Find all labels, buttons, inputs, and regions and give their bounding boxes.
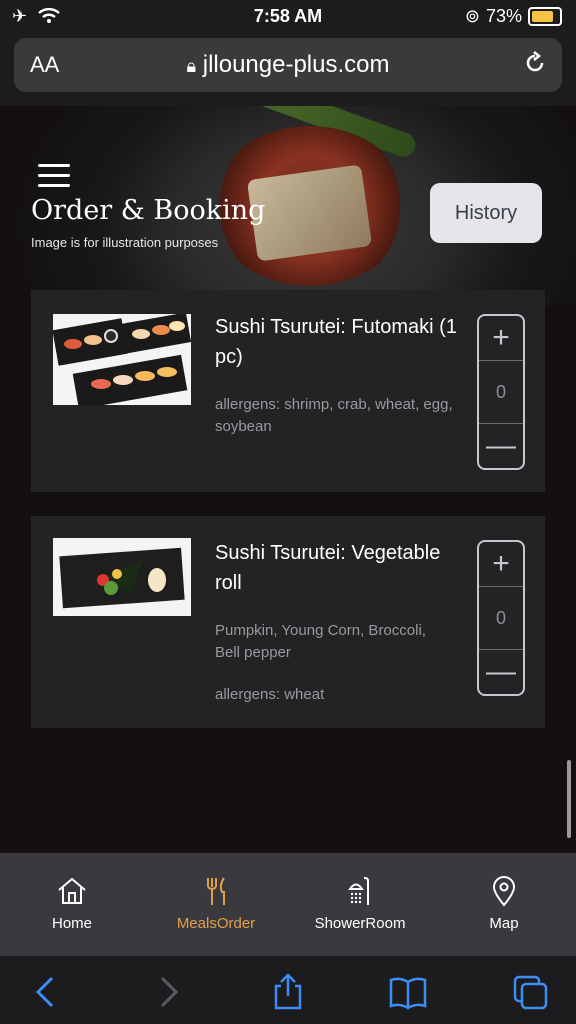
lock-icon: 🔒︎ bbox=[186, 56, 197, 76]
increment-button[interactable]: + bbox=[479, 316, 523, 360]
tab-label: MealsOrder bbox=[176, 915, 256, 932]
rotation-lock-icon: ⊚ bbox=[464, 6, 480, 26]
item-description: Pumpkin, Young Corn, Broccoli, Bell pepp… bbox=[215, 622, 426, 661]
item-name: Sushi Tsurutei: Futomaki (1 pc) bbox=[215, 316, 457, 368]
tab-mealsorder[interactable]: MealsOrder bbox=[144, 875, 288, 932]
decrement-button[interactable]: — bbox=[479, 650, 523, 694]
bookmarks-icon[interactable] bbox=[388, 972, 428, 1012]
menu-icon[interactable] bbox=[38, 164, 70, 188]
item-name: Sushi Tsurutei: Vegetable roll bbox=[215, 542, 441, 594]
status-bar: ✈ 7:58 AM ⊚ 73% bbox=[0, 0, 576, 34]
item-image bbox=[53, 538, 191, 616]
forward-icon[interactable] bbox=[148, 972, 188, 1012]
fork-knife-icon bbox=[207, 877, 225, 905]
url-text: jllounge-plus.com bbox=[202, 51, 390, 78]
tab-label: Home bbox=[51, 915, 92, 932]
quantity-stepper: + 0 — bbox=[477, 314, 525, 470]
browser-toolbar: AA 🔒︎ jllounge-plus.com bbox=[0, 34, 576, 106]
hero-image-fish bbox=[246, 164, 373, 262]
tab-showerroom[interactable]: ShowerRoom bbox=[288, 875, 432, 932]
back-icon[interactable] bbox=[26, 972, 66, 1012]
tabs-icon[interactable] bbox=[510, 972, 550, 1012]
shower-icon bbox=[348, 877, 369, 905]
map-pin-icon bbox=[492, 876, 516, 907]
tab-label: Map bbox=[489, 915, 519, 932]
hero-caption: Image is for illustration purposes bbox=[31, 235, 219, 250]
item-allergens: allergens: shrimp, crab, wheat, egg, soy… bbox=[215, 396, 453, 435]
tab-map[interactable]: Map bbox=[432, 875, 576, 932]
item-allergens: allergens: wheat bbox=[215, 686, 325, 703]
increment-button[interactable]: + bbox=[479, 542, 523, 586]
battery-icon bbox=[528, 7, 562, 26]
quantity-value[interactable]: 0 bbox=[479, 360, 523, 424]
battery-percent: 73% bbox=[485, 6, 522, 26]
menu-item-card: Sushi Tsurutei: Vegetable roll Pumpkin, … bbox=[31, 516, 545, 728]
address-bar[interactable]: AA 🔒︎ jllounge-plus.com bbox=[14, 38, 562, 92]
decrement-button[interactable]: — bbox=[479, 424, 523, 468]
tab-label: ShowerRoom bbox=[314, 915, 406, 932]
reload-icon[interactable] bbox=[522, 50, 548, 76]
home-icon bbox=[58, 877, 86, 904]
scrollbar[interactable] bbox=[567, 760, 571, 838]
url-field[interactable]: 🔒︎ jllounge-plus.com bbox=[14, 51, 562, 79]
history-button[interactable]: History bbox=[430, 183, 542, 243]
app-tab-bar: Home MealsOrder ShowerRoom Map bbox=[0, 853, 576, 956]
browser-bottom-toolbar bbox=[0, 956, 576, 1024]
status-right: ⊚ 73% bbox=[465, 6, 562, 27]
share-icon[interactable] bbox=[268, 972, 308, 1012]
quantity-value[interactable]: 0 bbox=[479, 586, 523, 650]
menu-item-card: Sushi Tsurutei: Futomaki (1 pc) allergen… bbox=[31, 290, 545, 492]
tab-home[interactable]: Home bbox=[0, 875, 144, 932]
item-image bbox=[53, 314, 191, 405]
page-title: Order & Booking bbox=[31, 195, 266, 226]
quantity-stepper: + 0 — bbox=[477, 540, 525, 696]
